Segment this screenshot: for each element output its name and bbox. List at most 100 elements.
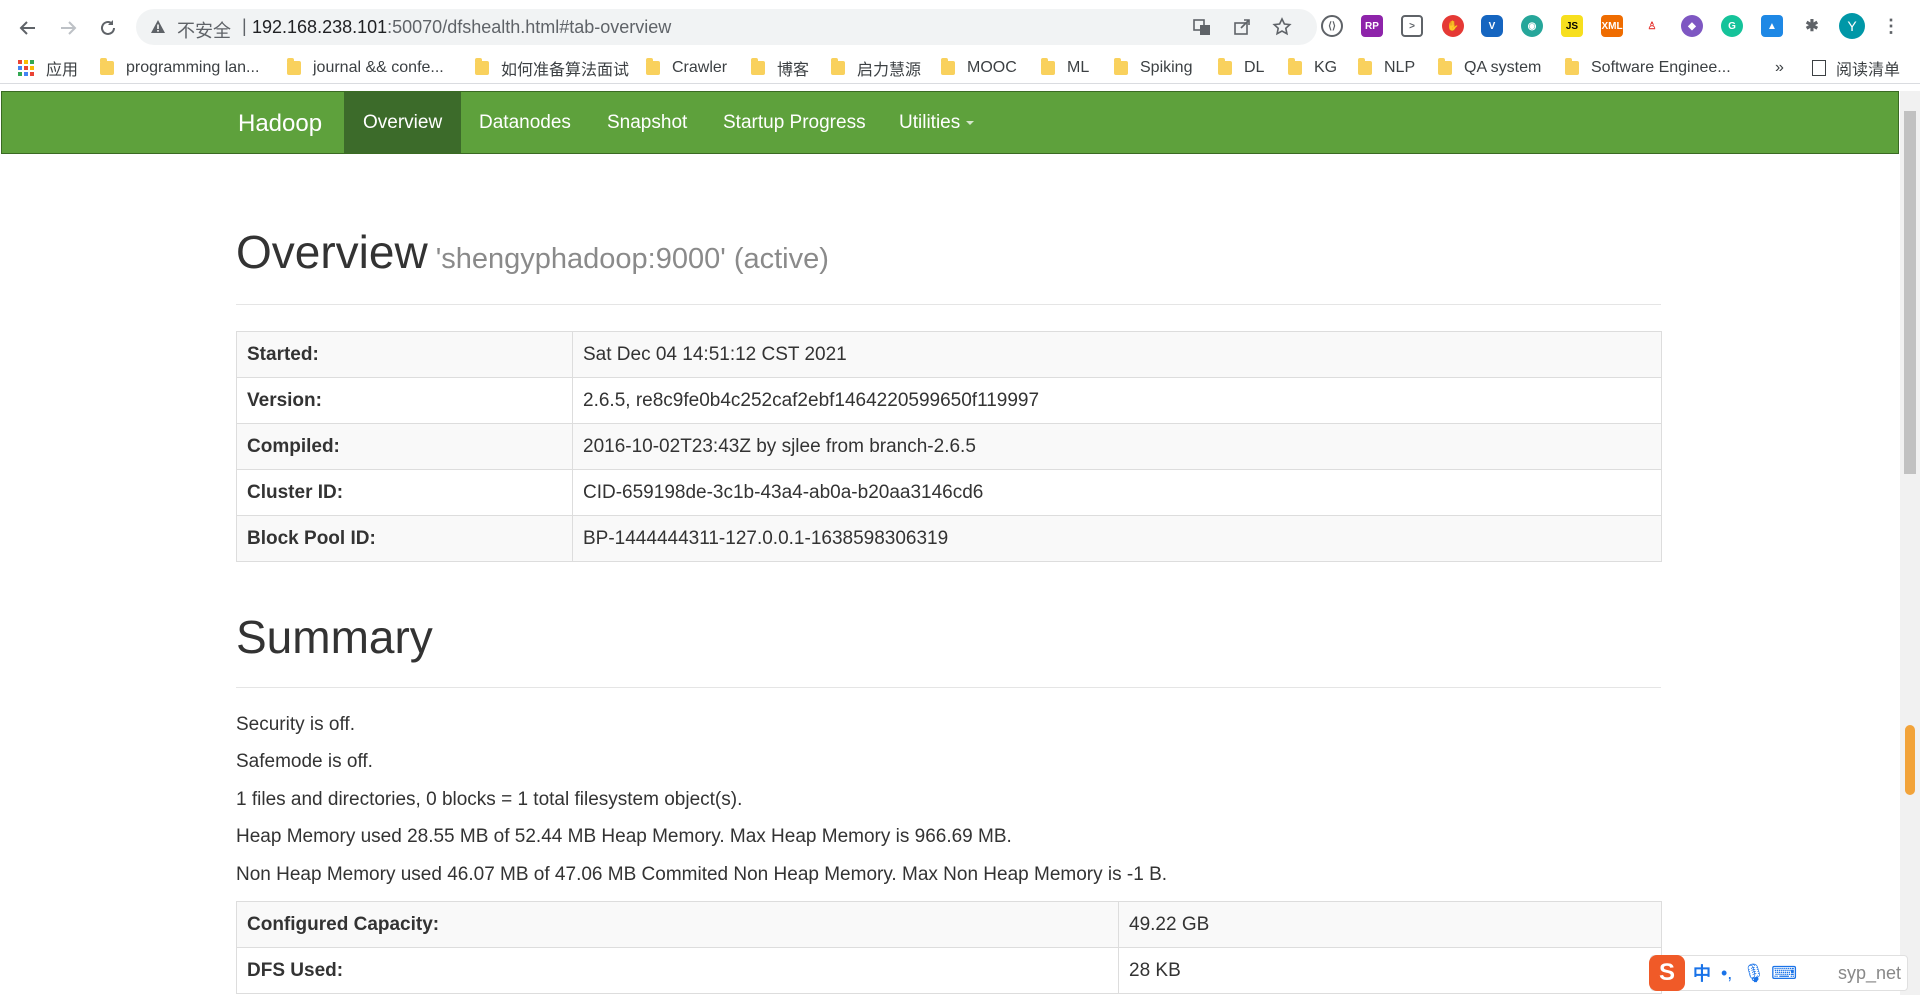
share-icon[interactable] — [1232, 17, 1252, 37]
reading-list-button[interactable]: 阅读清单 — [1812, 57, 1900, 79]
folder-icon — [287, 58, 301, 75]
reading-list-label: 阅读清单 — [1836, 62, 1901, 79]
javascript-icon[interactable]: JS — [1561, 15, 1583, 37]
row-key: Started: — [236, 331, 573, 378]
bookmark-folder[interactable]: Spiking — [1114, 57, 1192, 79]
row-value: 49.22 GB — [1118, 901, 1662, 948]
xml-icon[interactable]: XML — [1601, 15, 1623, 37]
bookmarks-overflow-button[interactable]: » — [1775, 57, 1784, 79]
row-value: 2.6.5, re8c9fe0b4c252caf2ebf146422059965… — [572, 377, 1662, 424]
translate-icon[interactable] — [1192, 17, 1212, 37]
bookmark-folder[interactable]: 如何准备算法面试 — [475, 57, 629, 79]
reading-list-icon — [1812, 60, 1826, 76]
divider — [236, 304, 1661, 305]
folder-icon — [1565, 58, 1579, 75]
bookmark-folder[interactable]: 启力慧源 — [831, 57, 921, 79]
url-text[interactable]: 192.168.238.101:50070/dfshealth.html#tab… — [252, 17, 671, 38]
brand-link[interactable]: Hadoop — [238, 110, 322, 138]
summary-non-heap-memory: Non Heap Memory used 46.07 MB of 47.06 M… — [236, 864, 1168, 885]
separator: | — [242, 16, 247, 36]
row-key: DFS Used: — [236, 947, 1119, 994]
summary-safemode: Safemode is off. — [236, 751, 373, 772]
table-row: Compiled: 2016-10-02T23:43Z by sjlee from… — [236, 423, 1662, 470]
extension-graduation-icon[interactable]: ▲ — [1761, 15, 1783, 37]
bookmark-label: DL — [1244, 59, 1265, 76]
nav-utilities[interactable]: Utilities — [880, 92, 993, 153]
extension-person-icon[interactable]: ♙ — [1641, 15, 1663, 37]
url-path: :50070/dfshealth.html#tab-overview — [387, 17, 672, 37]
folder-icon — [751, 58, 765, 75]
scrollbar-thumb[interactable] — [1904, 111, 1916, 474]
extension-rp-icon[interactable]: RP — [1361, 15, 1383, 37]
folder-icon — [1218, 58, 1232, 75]
bookmark-folder[interactable]: MOOC — [941, 57, 1017, 79]
bookmark-apps[interactable]: 应用 — [18, 57, 78, 79]
bookmark-folder[interactable]: Software Enginee... — [1565, 57, 1731, 79]
nav-datanodes[interactable]: Datanodes — [460, 92, 590, 153]
folder-icon — [1438, 58, 1452, 75]
sogou-logo-icon[interactable]: S — [1649, 955, 1685, 991]
bookmarks-more: » — [1775, 59, 1784, 76]
eye-icon[interactable]: ◉ — [1521, 15, 1543, 37]
profile-avatar[interactable]: Y — [1839, 13, 1865, 39]
bookmark-label: journal && confe... — [313, 59, 444, 76]
row-key: Cluster ID: — [236, 469, 573, 516]
security-status[interactable]: 不安全 — [177, 17, 231, 43]
folder-icon — [1041, 58, 1055, 75]
page-scrollbar[interactable] — [1900, 91, 1920, 995]
nav-overview[interactable]: Overview — [344, 92, 462, 153]
bookmark-folder[interactable]: DL — [1218, 57, 1264, 79]
extension-terminal-icon[interactable]: > — [1401, 15, 1423, 37]
hadoop-navbar: Hadoop Overview Datanodes Snapshot Start… — [1, 91, 1899, 154]
summary-security: Security is off. — [236, 714, 355, 735]
overview-heading: Overview'shengyphadoop:9000' (active) — [236, 225, 829, 279]
ime-toolbar[interactable]: S 中 •, 🎙 ⌨ syp_net — [1649, 955, 1908, 991]
row-value: 2016-10-02T23:43Z by sjlee from branch-2… — [572, 423, 1662, 470]
bookmark-folder[interactable]: ML — [1041, 57, 1089, 79]
bookmark-folder[interactable]: Crawler — [646, 57, 727, 79]
folder-icon — [831, 58, 845, 75]
grammarly-icon[interactable]: G — [1721, 15, 1743, 37]
back-button[interactable] — [12, 12, 44, 44]
ime-mode[interactable]: 中 — [1693, 960, 1711, 986]
nav-startup-progress[interactable]: Startup Progress — [704, 92, 885, 153]
bookmark-label: 博客 — [777, 62, 810, 79]
bookmark-folder[interactable]: journal && confe... — [287, 57, 444, 79]
kebab-menu-icon[interactable]: ⋮ — [1880, 15, 1902, 37]
overview-subtitle: 'shengyphadoop:9000' (active) — [435, 243, 829, 275]
url-host: 192.168.238.101 — [252, 17, 388, 37]
puzzle-icon[interactable]: ✱ — [1801, 15, 1823, 37]
microphone-icon[interactable]: 🎙 — [1742, 963, 1765, 984]
bookmark-label: Crawler — [672, 59, 728, 76]
summary-heading: Summary — [236, 611, 433, 663]
address-bar[interactable]: 不安全 | 192.168.238.101:50070/dfshealth.ht… — [136, 9, 1317, 45]
table-row: Version: 2.6.5, re8c9fe0b4c252caf2ebf1464… — [236, 377, 1662, 424]
side-handle[interactable] — [1905, 725, 1915, 795]
row-key: Compiled: — [236, 423, 573, 470]
extension-icon[interactable]: ⟨⟩ — [1321, 15, 1343, 37]
extension-owl-icon[interactable]: ◆ — [1681, 15, 1703, 37]
bookmark-folder[interactable]: 博客 — [751, 57, 809, 79]
reload-button[interactable] — [92, 12, 124, 44]
nav-utilities-label: Utilities — [899, 112, 961, 133]
bookmark-folder[interactable]: NLP — [1358, 57, 1415, 79]
folder-icon — [941, 58, 955, 75]
bookmark-folder[interactable]: QA system — [1438, 57, 1541, 79]
bookmarks-bar: 应用 programming lan... journal && confe..… — [0, 54, 1920, 84]
forward-button[interactable] — [52, 12, 84, 44]
folder-icon — [646, 58, 660, 75]
nav-snapshot[interactable]: Snapshot — [588, 92, 706, 153]
bookmark-label: Software Enginee... — [1591, 59, 1731, 76]
keyboard-icon[interactable]: ⌨ — [1771, 963, 1797, 984]
extension-v-icon[interactable]: V — [1481, 15, 1503, 37]
ime-punctuation[interactable]: •, — [1721, 963, 1732, 984]
warning-icon — [150, 19, 166, 40]
adblock-icon[interactable]: ✋ — [1442, 15, 1464, 37]
bookmark-folder[interactable]: KG — [1288, 57, 1337, 79]
folder-icon — [475, 58, 489, 75]
star-icon[interactable] — [1272, 17, 1292, 37]
row-value: CID-659198de-3c1b-43a4-ab0a-b20aa3146cd6 — [572, 469, 1662, 516]
bookmark-folder[interactable]: programming lan... — [100, 57, 259, 79]
table-row: DFS Used: 28 KB — [236, 947, 1662, 994]
row-value: BP-1444444311-127.0.0.1-1638598306319 — [572, 515, 1662, 562]
